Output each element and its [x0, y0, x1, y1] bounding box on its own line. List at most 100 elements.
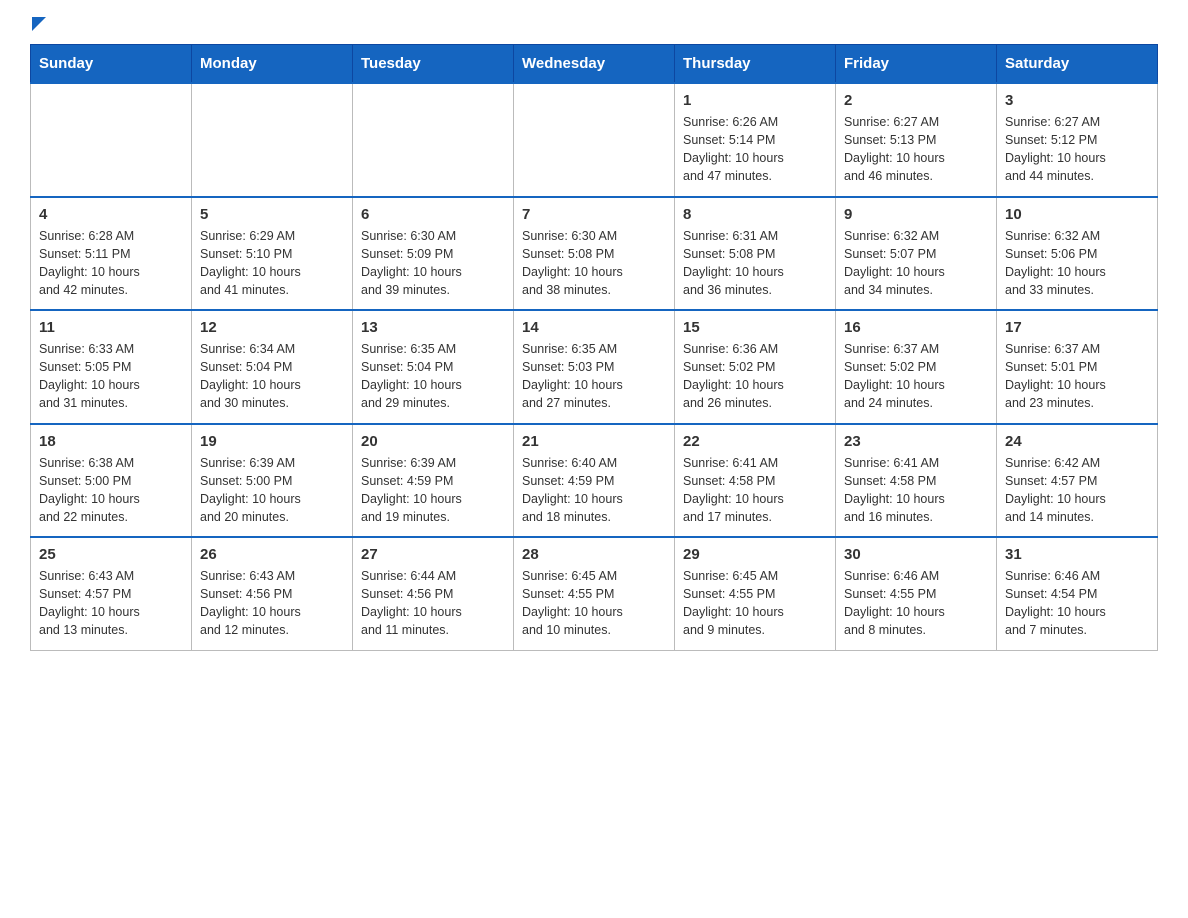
calendar-cell: 8 Sunrise: 6:31 AM Sunset: 5:08 PM Daylig…	[675, 197, 836, 311]
calendar-cell: 18 Sunrise: 6:38 AM Sunset: 5:00 PM Dayli…	[31, 424, 192, 538]
calendar-table: SundayMondayTuesdayWednesdayThursdayFrid…	[30, 44, 1158, 651]
day-number: 31	[1005, 546, 1149, 563]
calendar-body: 1 Sunrise: 6:26 AM Sunset: 5:14 PM Daylig…	[31, 83, 1158, 650]
calendar-cell: 3Sunrise: 6:27 AM Sunset: 5:12 PM Daylig…	[997, 83, 1158, 197]
day-info: Sunrise: 6:43 AM Sunset: 4:56 PM Dayligh…	[200, 567, 344, 640]
calendar-week-row: 11 Sunrise: 6:33 AM Sunset: 5:05 PM Dayli…	[31, 310, 1158, 424]
day-number: 24	[1005, 433, 1149, 450]
day-number: 29	[683, 546, 827, 563]
calendar-cell	[514, 83, 675, 197]
calendar-cell: 31 Sunrise: 6:46 AM Sunset: 4:54 PM Dayli…	[997, 537, 1158, 650]
calendar-cell: 2Sunrise: 6:27 AM Sunset: 5:13 PM Daylig…	[836, 83, 997, 197]
day-number: 21	[522, 433, 666, 450]
calendar-cell: 20 Sunrise: 6:39 AM Sunset: 4:59 PM Dayli…	[353, 424, 514, 538]
calendar-cell: 6 Sunrise: 6:30 AM Sunset: 5:09 PM Daylig…	[353, 197, 514, 311]
calendar-cell: 30 Sunrise: 6:46 AM Sunset: 4:55 PM Dayli…	[836, 537, 997, 650]
day-info: Sunrise: 6:37 AM Sunset: 5:02 PM Dayligh…	[844, 340, 988, 413]
day-number: 10	[1005, 206, 1149, 223]
calendar-cell: 7 Sunrise: 6:30 AM Sunset: 5:08 PM Daylig…	[514, 197, 675, 311]
day-info: Sunrise: 6:39 AM Sunset: 4:59 PM Dayligh…	[361, 454, 505, 527]
calendar-cell: 14Sunrise: 6:35 AM Sunset: 5:03 PM Dayli…	[514, 310, 675, 424]
day-number: 30	[844, 546, 988, 563]
calendar-header-tuesday: Tuesday	[353, 45, 514, 84]
day-info: Sunrise: 6:31 AM Sunset: 5:08 PM Dayligh…	[683, 227, 827, 300]
calendar-cell: 10Sunrise: 6:32 AM Sunset: 5:06 PM Dayli…	[997, 197, 1158, 311]
calendar-cell: 9 Sunrise: 6:32 AM Sunset: 5:07 PM Daylig…	[836, 197, 997, 311]
day-number: 15	[683, 319, 827, 336]
day-number: 8	[683, 206, 827, 223]
calendar-cell: 19 Sunrise: 6:39 AM Sunset: 5:00 PM Dayli…	[192, 424, 353, 538]
day-number: 22	[683, 433, 827, 450]
day-info: Sunrise: 6:30 AM Sunset: 5:09 PM Dayligh…	[361, 227, 505, 300]
calendar-header-sunday: Sunday	[31, 45, 192, 84]
calendar-cell: 12Sunrise: 6:34 AM Sunset: 5:04 PM Dayli…	[192, 310, 353, 424]
day-number: 18	[39, 433, 183, 450]
day-number: 14	[522, 319, 666, 336]
day-info: Sunrise: 6:33 AM Sunset: 5:05 PM Dayligh…	[39, 340, 183, 413]
day-number: 16	[844, 319, 988, 336]
day-number: 9	[844, 206, 988, 223]
calendar-week-row: 18 Sunrise: 6:38 AM Sunset: 5:00 PM Dayli…	[31, 424, 1158, 538]
day-number: 4	[39, 206, 183, 223]
day-number: 1	[683, 92, 827, 109]
day-number: 5	[200, 206, 344, 223]
calendar-cell: 23Sunrise: 6:41 AM Sunset: 4:58 PM Dayli…	[836, 424, 997, 538]
day-info: Sunrise: 6:30 AM Sunset: 5:08 PM Dayligh…	[522, 227, 666, 300]
calendar-cell	[192, 83, 353, 197]
day-info: Sunrise: 6:35 AM Sunset: 5:04 PM Dayligh…	[361, 340, 505, 413]
day-info: Sunrise: 6:41 AM Sunset: 4:58 PM Dayligh…	[844, 454, 988, 527]
logo	[30, 20, 46, 34]
day-info: Sunrise: 6:37 AM Sunset: 5:01 PM Dayligh…	[1005, 340, 1149, 413]
logo-triangle-icon	[32, 17, 46, 31]
calendar-cell: 22 Sunrise: 6:41 AM Sunset: 4:58 PM Dayli…	[675, 424, 836, 538]
day-number: 11	[39, 319, 183, 336]
calendar-cell: 13Sunrise: 6:35 AM Sunset: 5:04 PM Dayli…	[353, 310, 514, 424]
calendar-header-monday: Monday	[192, 45, 353, 84]
day-info: Sunrise: 6:46 AM Sunset: 4:54 PM Dayligh…	[1005, 567, 1149, 640]
calendar-cell: 25Sunrise: 6:43 AM Sunset: 4:57 PM Dayli…	[31, 537, 192, 650]
day-info: Sunrise: 6:27 AM Sunset: 5:13 PM Dayligh…	[844, 113, 988, 186]
day-number: 27	[361, 546, 505, 563]
calendar-header-friday: Friday	[836, 45, 997, 84]
day-info: Sunrise: 6:26 AM Sunset: 5:14 PM Dayligh…	[683, 113, 827, 186]
day-info: Sunrise: 6:34 AM Sunset: 5:04 PM Dayligh…	[200, 340, 344, 413]
calendar-cell: 15Sunrise: 6:36 AM Sunset: 5:02 PM Dayli…	[675, 310, 836, 424]
calendar-cell: 16 Sunrise: 6:37 AM Sunset: 5:02 PM Dayli…	[836, 310, 997, 424]
calendar-cell: 26 Sunrise: 6:43 AM Sunset: 4:56 PM Dayli…	[192, 537, 353, 650]
day-info: Sunrise: 6:39 AM Sunset: 5:00 PM Dayligh…	[200, 454, 344, 527]
calendar-cell: 4 Sunrise: 6:28 AM Sunset: 5:11 PM Daylig…	[31, 197, 192, 311]
calendar-header-row: SundayMondayTuesdayWednesdayThursdayFrid…	[31, 45, 1158, 84]
day-info: Sunrise: 6:45 AM Sunset: 4:55 PM Dayligh…	[683, 567, 827, 640]
day-info: Sunrise: 6:43 AM Sunset: 4:57 PM Dayligh…	[39, 567, 183, 640]
day-info: Sunrise: 6:29 AM Sunset: 5:10 PM Dayligh…	[200, 227, 344, 300]
day-info: Sunrise: 6:45 AM Sunset: 4:55 PM Dayligh…	[522, 567, 666, 640]
day-info: Sunrise: 6:38 AM Sunset: 5:00 PM Dayligh…	[39, 454, 183, 527]
calendar-cell: 29 Sunrise: 6:45 AM Sunset: 4:55 PM Dayli…	[675, 537, 836, 650]
day-info: Sunrise: 6:27 AM Sunset: 5:12 PM Dayligh…	[1005, 113, 1149, 186]
page-header	[30, 20, 1158, 34]
day-info: Sunrise: 6:46 AM Sunset: 4:55 PM Dayligh…	[844, 567, 988, 640]
day-info: Sunrise: 6:40 AM Sunset: 4:59 PM Dayligh…	[522, 454, 666, 527]
calendar-cell	[353, 83, 514, 197]
day-info: Sunrise: 6:28 AM Sunset: 5:11 PM Dayligh…	[39, 227, 183, 300]
day-number: 6	[361, 206, 505, 223]
day-number: 19	[200, 433, 344, 450]
day-number: 20	[361, 433, 505, 450]
calendar-header-wednesday: Wednesday	[514, 45, 675, 84]
day-number: 26	[200, 546, 344, 563]
calendar-cell: 28 Sunrise: 6:45 AM Sunset: 4:55 PM Dayli…	[514, 537, 675, 650]
calendar-header-thursday: Thursday	[675, 45, 836, 84]
calendar-cell: 17 Sunrise: 6:37 AM Sunset: 5:01 PM Dayli…	[997, 310, 1158, 424]
day-number: 28	[522, 546, 666, 563]
day-info: Sunrise: 6:41 AM Sunset: 4:58 PM Dayligh…	[683, 454, 827, 527]
calendar-cell: 5 Sunrise: 6:29 AM Sunset: 5:10 PM Daylig…	[192, 197, 353, 311]
day-number: 17	[1005, 319, 1149, 336]
calendar-header-saturday: Saturday	[997, 45, 1158, 84]
calendar-cell: 27 Sunrise: 6:44 AM Sunset: 4:56 PM Dayli…	[353, 537, 514, 650]
calendar-week-row: 1 Sunrise: 6:26 AM Sunset: 5:14 PM Daylig…	[31, 83, 1158, 197]
calendar-week-row: 4 Sunrise: 6:28 AM Sunset: 5:11 PM Daylig…	[31, 197, 1158, 311]
day-number: 7	[522, 206, 666, 223]
day-info: Sunrise: 6:44 AM Sunset: 4:56 PM Dayligh…	[361, 567, 505, 640]
calendar-cell	[31, 83, 192, 197]
day-info: Sunrise: 6:32 AM Sunset: 5:07 PM Dayligh…	[844, 227, 988, 300]
